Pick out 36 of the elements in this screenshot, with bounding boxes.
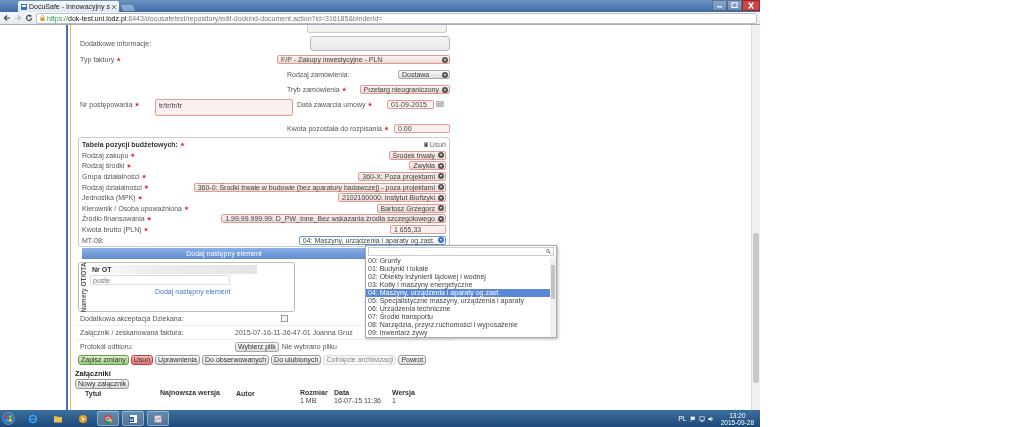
dropdown-arrow-icon [438,162,444,169]
scrollbar[interactable] [751,25,760,410]
search-field[interactable] [368,247,554,256]
flag-icon[interactable] [689,415,696,422]
search-icon [546,249,551,254]
dropdown-arrow-icon [438,173,444,180]
reload-icon[interactable] [25,14,33,22]
dropdown-arrow-icon [438,237,444,244]
checkbox[interactable] [281,315,288,322]
start-button[interactable] [2,412,15,425]
taskbar-app-button[interactable] [147,411,169,426]
dropdown-arrow-icon [438,152,444,159]
back-arrow-icon[interactable] [3,14,11,22]
new-tab-button[interactable] [120,5,136,11]
document-icon [128,413,138,424]
close-icon[interactable] [111,4,116,9]
page-icon [21,3,27,10]
lock-icon [40,15,45,21]
dropdown-arrow-icon [442,71,448,78]
speaker-icon[interactable] [707,415,714,422]
maximize-icon[interactable] [727,0,742,11]
folder-icon [53,413,63,424]
chart-icon [153,413,163,424]
play-icon [78,413,88,424]
browser-icon [28,413,38,424]
dropdown-arrow-icon [442,86,448,93]
taskbar-app-button[interactable] [122,411,144,426]
dropdown-arrow-icon [438,194,444,201]
dropdown-arrow-icon [438,215,444,222]
dropdown-arrow-icon [438,184,444,191]
dropdown-arrow-icon [438,205,444,212]
minimize-icon[interactable] [712,0,727,11]
network-icon[interactable] [698,415,705,422]
scrollbar[interactable] [550,257,556,337]
trash-icon[interactable] [423,142,428,147]
dropdown-arrow-icon [442,56,448,63]
